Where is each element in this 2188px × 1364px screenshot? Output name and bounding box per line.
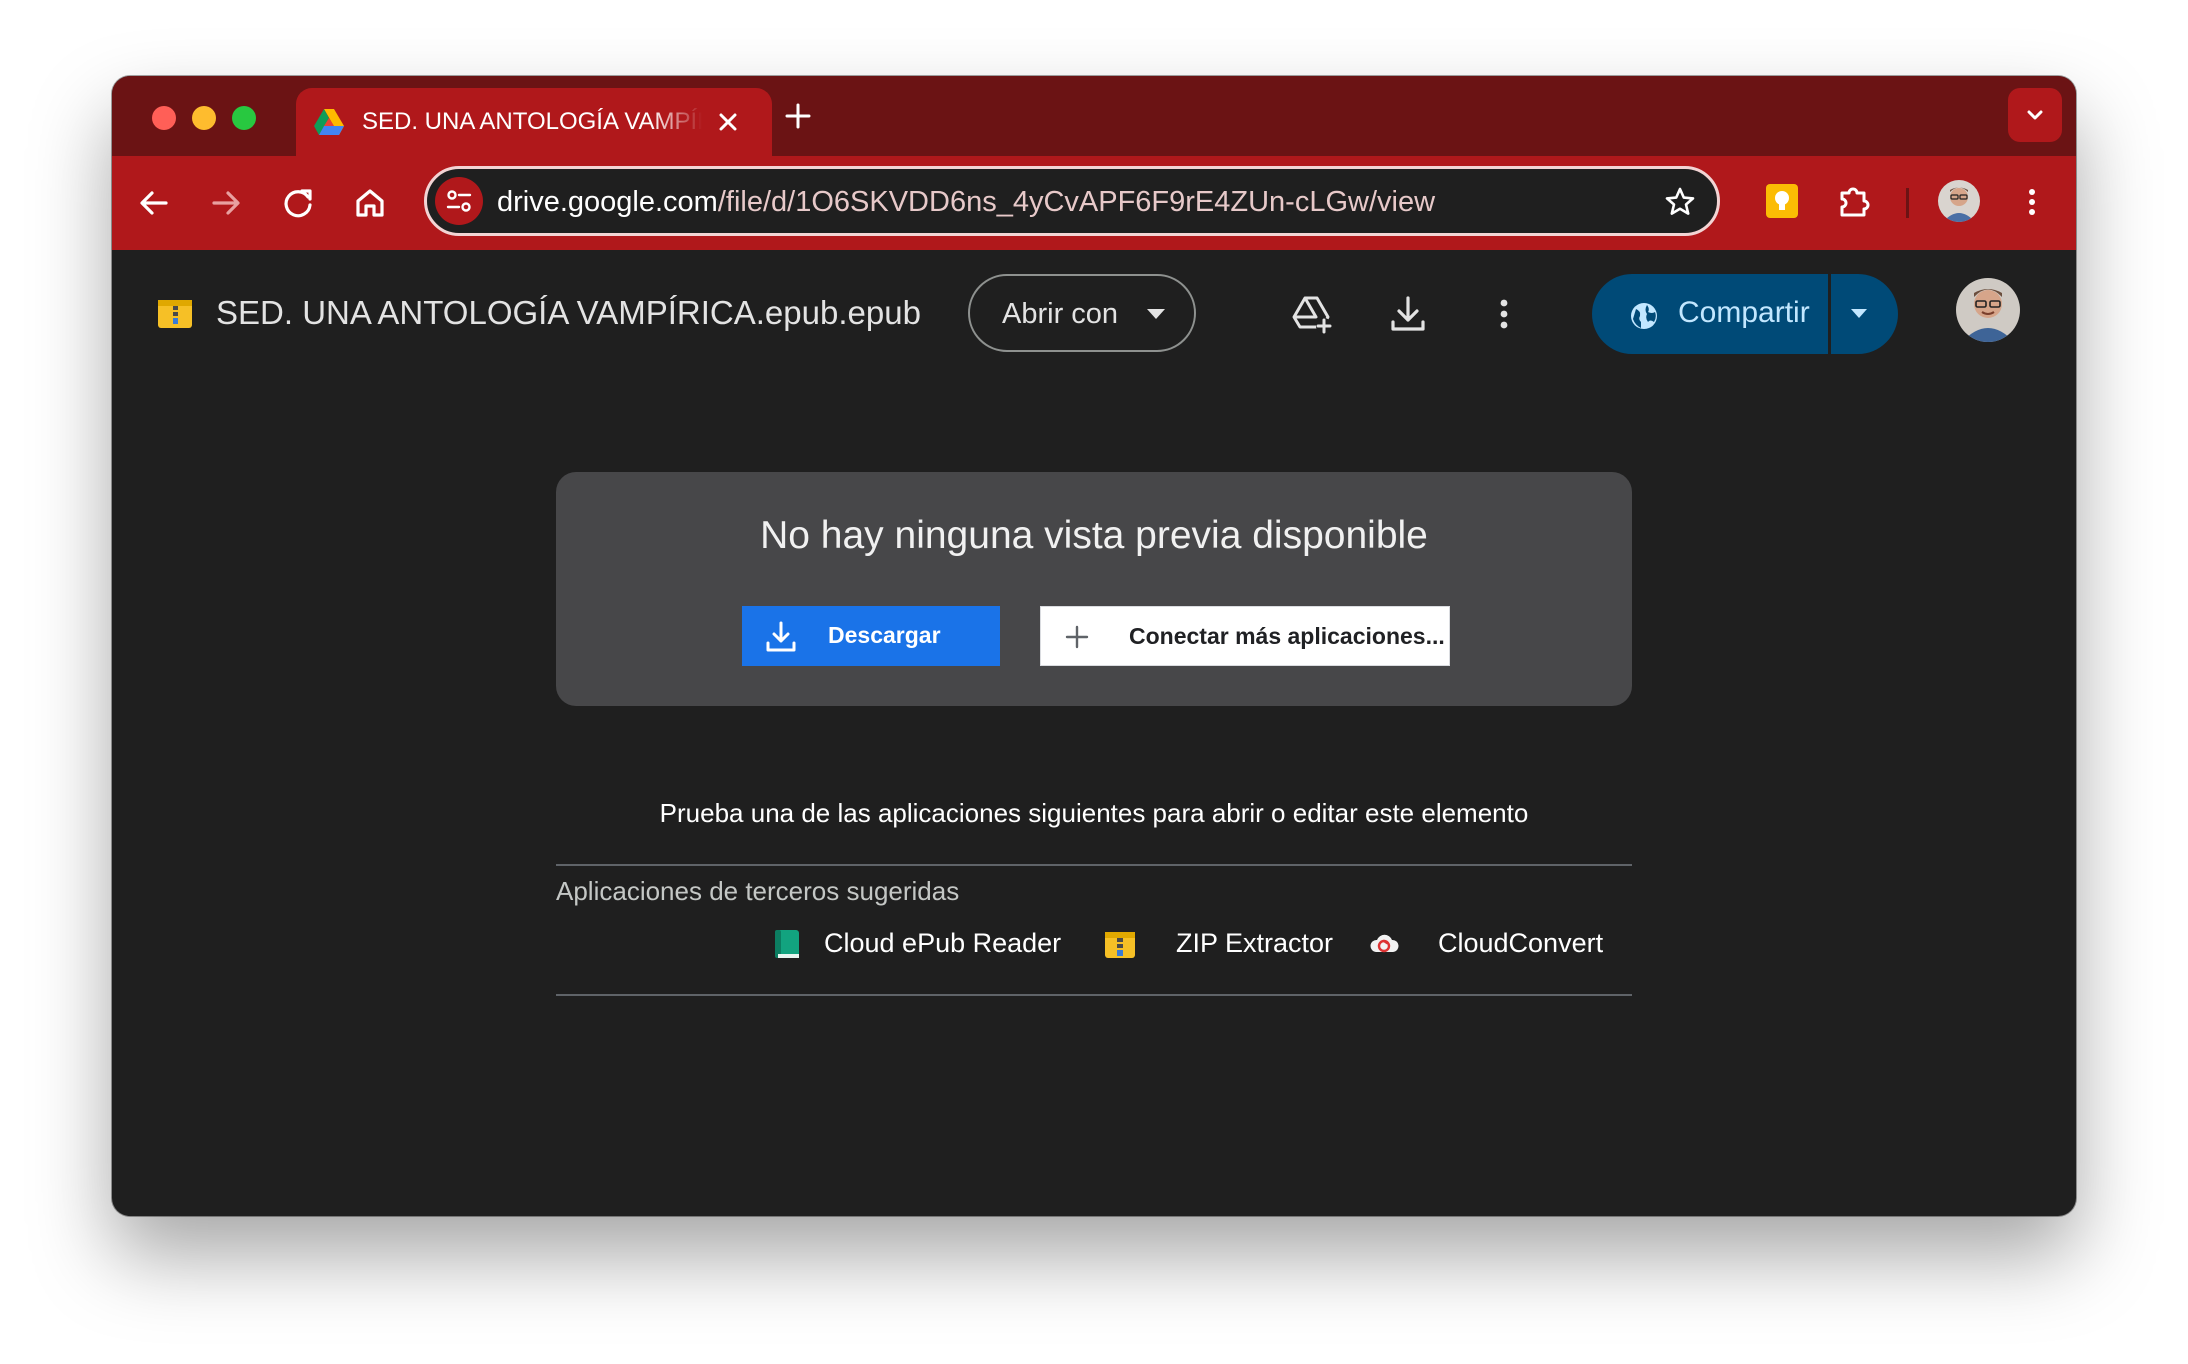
minimize-window-button[interactable]	[192, 106, 216, 130]
back-arrow-icon[interactable]	[134, 183, 174, 223]
forward-arrow-icon[interactable]	[206, 183, 246, 223]
download-button[interactable]: Descargar	[742, 606, 1000, 666]
try-apps-prompt: Prueba una de las aplicaciones siguiente…	[659, 798, 1529, 828]
divider	[556, 994, 1632, 996]
download-label: Descargar	[828, 622, 941, 648]
profile-avatar[interactable]	[1938, 180, 1980, 222]
more-vert-icon[interactable]	[2012, 182, 2052, 222]
url-text: drive.google.com/file/d/1O6SKVDD6ns_4yCv…	[497, 186, 1435, 219]
share-button[interactable]: Compartir	[1592, 274, 1898, 354]
account-avatar[interactable]	[1956, 278, 2020, 342]
open-with-button[interactable]: Abrir con	[968, 274, 1196, 352]
cloudconvert-icon[interactable]	[1368, 928, 1400, 960]
new-tab-icon[interactable]	[782, 100, 814, 132]
ebook-reader-icon[interactable]	[770, 928, 802, 960]
plus-icon	[1065, 625, 1089, 649]
caret-down-icon	[1147, 309, 1165, 319]
divider	[556, 864, 1632, 866]
no-preview-message: No hay ninguna vista previa disponible	[760, 514, 1428, 557]
toolbar-separator	[1906, 188, 1909, 218]
site-info-button[interactable]	[435, 177, 483, 225]
url-path: /file/d/1O6SKVDD6ns_4yCvAPF6F9rE4ZUn-cLG…	[717, 186, 1436, 218]
browser-window: SED. UNA ANTOLOGÍA VAMPÍRICA.epub.epub	[112, 76, 2076, 1216]
google-drive-icon	[314, 109, 344, 135]
download-icon	[766, 621, 796, 652]
tab-title: SED. UNA ANTOLOGÍA VAMPÍRICA.epub.epub	[362, 108, 702, 135]
account-avatar-icon	[1956, 278, 2020, 342]
extensions-puzzle-icon[interactable]	[1834, 181, 1874, 221]
file-title: SED. UNA ANTOLOGÍA VAMPÍRICA.epub.epub	[216, 294, 921, 331]
globe-icon	[1631, 303, 1657, 329]
close-window-button[interactable]	[152, 106, 176, 130]
app-cloudconvert[interactable]: CloudConvert	[1438, 928, 1603, 959]
close-tab-icon[interactable]	[714, 108, 742, 136]
open-with-label: Abrir con	[1002, 298, 1119, 330]
more-actions-icon[interactable]	[1482, 292, 1526, 336]
google-keep-extension-icon[interactable]	[1763, 182, 1801, 220]
tune-settings-icon	[446, 190, 472, 212]
drive-viewer-header: SED. UNA ANTOLOGÍA VAMPÍRICA.epub.epub A…	[112, 250, 2076, 370]
tab-strip: SED. UNA ANTOLOGÍA VAMPÍRICA.epub.epub	[112, 76, 2076, 156]
address-bar[interactable]: drive.google.com/file/d/1O6SKVDD6ns_4yCv…	[424, 166, 1720, 236]
add-shortcut-to-drive-icon[interactable]	[1290, 292, 1334, 336]
share-options-caret-icon[interactable]	[1850, 308, 1868, 320]
app-cloud-epub-reader[interactable]: Cloud ePub Reader	[824, 928, 1061, 959]
chevron-down-icon	[2027, 110, 2043, 120]
profile-avatar-icon	[1938, 180, 1980, 222]
browser-toolbar: drive.google.com/file/d/1O6SKVDD6ns_4yCv…	[112, 156, 2076, 250]
download-icon[interactable]	[1386, 292, 1430, 336]
tab-search-button[interactable]	[2008, 88, 2062, 142]
browser-tab-active[interactable]: SED. UNA ANTOLOGÍA VAMPÍRICA.epub.epub	[296, 88, 772, 156]
share-label: Compartir	[1678, 296, 1810, 329]
share-split-divider	[1828, 274, 1831, 354]
connect-more-apps-button[interactable]: Conectar más aplicaciones...	[1040, 606, 1450, 666]
url-host: drive.google.com	[497, 186, 718, 218]
app-zip-extractor[interactable]: ZIP Extractor	[1176, 928, 1333, 959]
connect-more-apps-label: Conectar más aplicaciones...	[1129, 623, 1445, 649]
zip-extractor-icon[interactable]	[1104, 928, 1136, 960]
reload-icon[interactable]	[278, 183, 318, 223]
maximize-window-button[interactable]	[232, 106, 256, 130]
zip-file-icon	[158, 300, 192, 328]
bookmark-star-icon[interactable]	[1663, 185, 1697, 219]
no-preview-card: No hay ninguna vista previa disponible D…	[556, 472, 1632, 706]
suggested-apps-title: Aplicaciones de terceros sugeridas	[556, 876, 960, 906]
home-icon[interactable]	[350, 183, 390, 223]
